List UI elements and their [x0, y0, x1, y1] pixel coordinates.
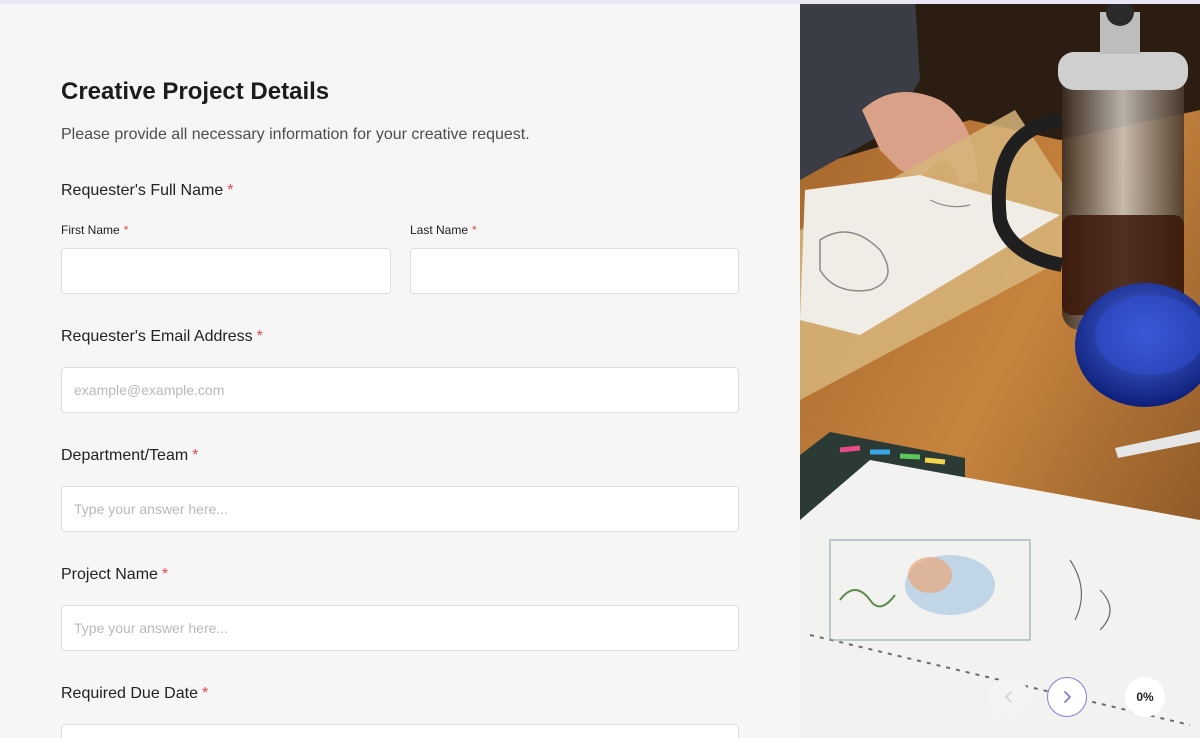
previous-button[interactable] [989, 677, 1029, 717]
last-name-label: Last Name * [410, 223, 477, 237]
next-button[interactable] [1047, 677, 1087, 717]
side-image-panel: 0% [800, 0, 1200, 738]
form-subtitle: Please provide all necessary information… [61, 126, 530, 143]
email-input[interactable] [61, 367, 739, 413]
chevron-left-icon [1005, 691, 1012, 703]
progress-text: 0% [1136, 690, 1154, 704]
last-name-input[interactable] [410, 248, 739, 294]
required-marker: * [161, 566, 169, 583]
full-name-label-text: Requester's Full Name [61, 182, 224, 199]
due-date-input[interactable] [61, 724, 739, 738]
full-name-label: Requester's Full Name * [61, 182, 233, 200]
required-marker: * [227, 182, 234, 199]
first-name-label-text: First Name [61, 223, 120, 237]
progress-indicator: 0% [1125, 677, 1165, 717]
department-label-text: Department/Team [61, 447, 189, 464]
department-label: Department/Team * [61, 447, 198, 465]
email-label-text: Requester's Email Address [61, 328, 253, 345]
required-marker: * [256, 328, 263, 345]
required-marker: * [123, 223, 129, 237]
form-panel: Creative Project Details Please provide … [0, 0, 800, 738]
department-input[interactable] [61, 486, 739, 532]
required-marker: * [472, 223, 477, 237]
first-name-label: First Name * [61, 223, 128, 237]
email-label: Requester's Email Address * [61, 328, 263, 346]
top-progress-bar [0, 0, 1200, 4]
first-name-input[interactable] [61, 248, 391, 294]
last-name-label-text: Last Name [410, 223, 469, 237]
form-title: Creative Project Details [61, 78, 330, 105]
project-name-label-text: Project Name [61, 566, 158, 583]
due-date-label-text: Required Due Date [61, 685, 198, 702]
photo-icon [800, 0, 1200, 738]
required-marker: * [201, 685, 209, 702]
due-date-label: Required Due Date * [61, 685, 208, 703]
project-name-input[interactable] [61, 605, 739, 651]
project-name-label: Project Name * [61, 566, 168, 584]
required-marker: * [192, 447, 199, 464]
chevron-right-icon [1064, 691, 1071, 703]
